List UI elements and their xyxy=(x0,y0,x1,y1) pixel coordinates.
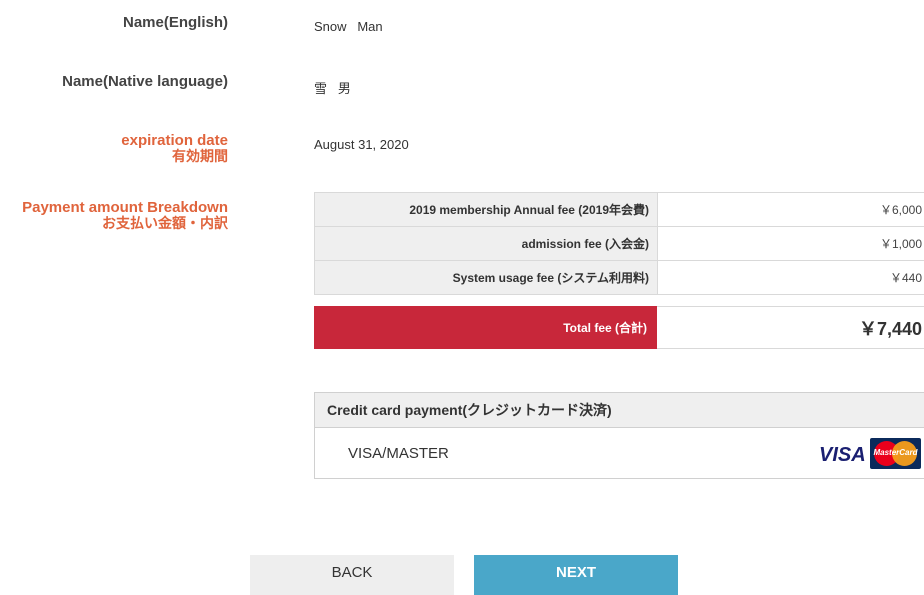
table-row: admission fee (入会金) ￥1,000 xyxy=(315,227,924,261)
credit-card-payment-section: Credit card payment(クレジットカード決済) VISA/MAS… xyxy=(314,392,924,479)
name-english-value: Snow Man xyxy=(314,19,383,34)
credit-card-option[interactable]: VISA/MASTER VISA MasterCard xyxy=(315,428,924,480)
expiration-date-label-ja: 有効期間 xyxy=(121,149,228,164)
total-fee-amount: ￥7,440 xyxy=(657,306,924,349)
credit-card-payment-header: Credit card payment(クレジットカード決済) xyxy=(315,393,924,428)
name-native-value: 雪 男 xyxy=(314,78,351,97)
fee-amount: ￥1,000 xyxy=(658,227,924,261)
fee-label: admission fee (入会金) xyxy=(315,227,658,261)
payment-breakdown-label-en: Payment amount Breakdown xyxy=(22,199,228,216)
expiration-date-label: expiration date 有効期間 xyxy=(121,133,228,164)
name-native-label: Name(Native language) xyxy=(62,74,228,90)
total-fee-row: Total fee (合計) ￥7,440 xyxy=(314,306,924,349)
mastercard-logo-icon: MasterCard xyxy=(870,438,921,469)
fee-breakdown-table: 2019 membership Annual fee (2019年会費) ￥6,… xyxy=(314,192,924,295)
payment-breakdown-label-ja: お支払い金額・内訳 xyxy=(22,216,228,231)
mastercard-logo-text: MasterCard xyxy=(870,448,921,457)
credit-card-option-label: VISA/MASTER xyxy=(348,445,449,462)
visa-logo-icon: VISA xyxy=(819,444,866,467)
table-row: System usage fee (システム利用料) ￥440 xyxy=(315,261,924,295)
fee-amount: ￥6,000 xyxy=(658,193,924,227)
fee-label: 2019 membership Annual fee (2019年会費) xyxy=(315,193,658,227)
total-fee-label: Total fee (合計) xyxy=(314,306,657,349)
fee-amount: ￥440 xyxy=(658,261,924,295)
fee-label: System usage fee (システム利用料) xyxy=(315,261,658,295)
payment-breakdown-label: Payment amount Breakdown お支払い金額・内訳 xyxy=(22,200,228,231)
next-button[interactable]: NEXT xyxy=(474,555,678,595)
expiration-date-value: August 31, 2020 xyxy=(314,137,409,152)
expiration-date-label-en: expiration date xyxy=(121,132,228,149)
name-english-label: Name(English) xyxy=(123,15,228,31)
back-button[interactable]: BACK xyxy=(250,555,454,595)
table-row: 2019 membership Annual fee (2019年会費) ￥6,… xyxy=(315,193,924,227)
